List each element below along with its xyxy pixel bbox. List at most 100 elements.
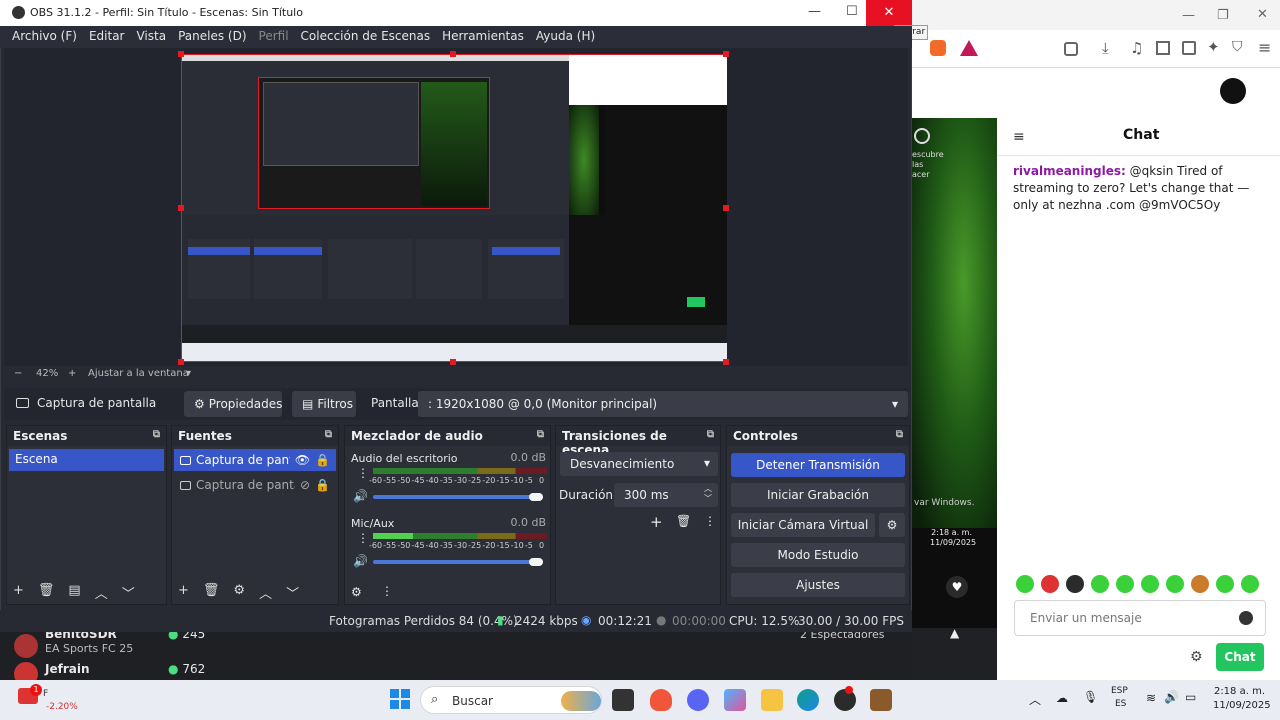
taskbar-time[interactable]: 2:18 a. m. bbox=[1213, 686, 1265, 697]
brave-shield-icon[interactable] bbox=[930, 40, 946, 56]
resize-handle[interactable] bbox=[450, 359, 456, 365]
filters-button[interactable]: ▤ Filtros bbox=[292, 391, 356, 417]
zoom-out-button[interactable]: − bbox=[14, 368, 22, 379]
move-down-icon[interactable]: ﹀ bbox=[286, 583, 299, 602]
menu-view[interactable]: Vista bbox=[130, 26, 172, 46]
resize-handle[interactable] bbox=[178, 51, 184, 57]
brave-icon[interactable] bbox=[650, 689, 672, 711]
timer-icon[interactable] bbox=[914, 128, 930, 144]
zoom-in-button[interactable]: + bbox=[68, 368, 76, 379]
resize-handle[interactable] bbox=[178, 205, 184, 211]
alert-icon[interactable]: ▲ bbox=[950, 626, 959, 640]
volume-slider[interactable] bbox=[373, 560, 543, 564]
emote-icon[interactable] bbox=[1091, 575, 1109, 593]
properties-button[interactable]: ⚙ Propiedades bbox=[184, 391, 282, 417]
menu-edit[interactable]: Editar bbox=[83, 26, 131, 46]
maximize-icon[interactable]: ❐ bbox=[1217, 8, 1229, 23]
menu-docks[interactable]: Paneles (D) bbox=[172, 26, 252, 46]
settings-button[interactable]: Ajustes bbox=[731, 573, 905, 597]
add-icon[interactable]: + bbox=[650, 513, 663, 531]
profile-avatar[interactable] bbox=[1220, 78, 1246, 104]
virtual-camera-button[interactable]: Iniciar Cámara Virtual bbox=[731, 513, 875, 537]
maximize-icon[interactable]: ☐ bbox=[846, 4, 858, 19]
eye-hidden-icon[interactable]: ⊘ bbox=[300, 478, 310, 492]
cloud-icon[interactable]: ☁ bbox=[1056, 691, 1068, 705]
emote-icon[interactable] bbox=[1041, 575, 1059, 593]
chevron-up-icon[interactable]: ︿ bbox=[1029, 691, 1041, 708]
move-down-icon[interactable]: ﹀ bbox=[122, 583, 135, 602]
resize-handle[interactable] bbox=[723, 205, 729, 211]
stepper-icon[interactable]: ︿ ﹀ bbox=[704, 484, 712, 504]
speaker-icon[interactable]: 🔊 bbox=[1164, 690, 1179, 704]
resize-handle[interactable] bbox=[723, 359, 729, 365]
menu-help[interactable]: Ayuda (H) bbox=[530, 26, 601, 46]
wallet-icon[interactable] bbox=[1182, 41, 1196, 55]
screenshot-icon[interactable] bbox=[1064, 42, 1078, 56]
emoji-icon[interactable] bbox=[1239, 611, 1253, 625]
taskbar-search[interactable]: ⌕ Buscar bbox=[420, 686, 602, 714]
undock-icon[interactable]: ⧉ bbox=[153, 429, 160, 443]
start-record-button[interactable]: Iniciar Grabación bbox=[731, 483, 905, 507]
source-item[interactable]: Captura de pantall ⊘🔒 bbox=[174, 474, 336, 496]
rewards-icon[interactable] bbox=[960, 40, 978, 56]
heart-icon[interactable]: ♥ bbox=[946, 576, 968, 598]
emote-icon[interactable] bbox=[1066, 575, 1084, 593]
transition-select[interactable]: Desvanecimiento ▾ bbox=[560, 452, 718, 476]
filter-icon[interactable]: ▤ bbox=[68, 583, 80, 602]
emote-icon[interactable] bbox=[1166, 575, 1184, 593]
menu-scene-collection[interactable]: Colección de Escenas bbox=[295, 26, 437, 46]
add-icon[interactable]: + bbox=[13, 583, 24, 602]
menu-tools[interactable]: Herramientas bbox=[436, 26, 530, 46]
download-icon[interactable]: ⤓ bbox=[1102, 39, 1109, 57]
speaker-icon[interactable]: 🔊 bbox=[353, 554, 368, 568]
emote-icon[interactable] bbox=[1216, 575, 1234, 593]
virtual-camera-settings-icon[interactable]: ⚙ bbox=[879, 513, 905, 537]
undock-icon[interactable]: ⧉ bbox=[537, 429, 544, 443]
menu-icon[interactable]: ≡ bbox=[1258, 38, 1271, 57]
lock-icon[interactable]: 🔒 bbox=[315, 453, 330, 467]
resize-handle[interactable] bbox=[450, 51, 456, 57]
kebab-menu-icon[interactable]: ⋮ bbox=[357, 531, 369, 545]
battery-icon[interactable]: ▭ bbox=[1185, 690, 1196, 704]
chat-input[interactable]: Enviar un mensaje bbox=[1014, 600, 1266, 636]
avatar[interactable] bbox=[14, 634, 38, 658]
emote-icon[interactable] bbox=[1141, 575, 1159, 593]
speaker-icon[interactable]: 🔊 bbox=[353, 489, 368, 503]
mixer-settings-icon[interactable]: ⚙ bbox=[351, 585, 362, 599]
chat-username[interactable]: rivalmeaningles: bbox=[1013, 164, 1126, 178]
menu-file[interactable]: Archivo (F) bbox=[6, 26, 83, 46]
display-select[interactable]: : 1920x1080 @ 0,0 (Monitor principal) ▾ bbox=[418, 391, 908, 417]
emote-icon[interactable] bbox=[1116, 575, 1134, 593]
stream-preview[interactable] bbox=[181, 54, 727, 362]
kebab-menu-icon[interactable]: ⋮ bbox=[357, 466, 369, 480]
menu-profile[interactable]: Perfil bbox=[253, 26, 295, 46]
duration-input[interactable]: 300 ms ︿ ﹀ bbox=[614, 483, 718, 507]
emote-icon[interactable] bbox=[1016, 575, 1034, 593]
vpn-shield-icon[interactable]: ⛉ bbox=[1232, 39, 1243, 55]
zoom-dropdown-icon[interactable]: ▾ bbox=[186, 368, 191, 379]
emote-icon[interactable] bbox=[1191, 575, 1209, 593]
volume-knob[interactable] bbox=[529, 493, 543, 501]
undock-icon[interactable]: ⧉ bbox=[896, 429, 903, 443]
microphone-icon[interactable]: 🎙 bbox=[1083, 690, 1098, 704]
lock-icon[interactable]: 🔒 bbox=[315, 478, 330, 492]
wifi-icon[interactable]: ≋ bbox=[1146, 691, 1156, 705]
emote-icon[interactable] bbox=[1241, 575, 1259, 593]
move-up-icon[interactable]: ︿ bbox=[95, 583, 108, 602]
stream-video[interactable]: escubre las acer var Windows. bbox=[912, 118, 998, 528]
chat-send-button[interactable]: Chat bbox=[1216, 643, 1264, 671]
taskbar-date[interactable]: 11/09/2025 bbox=[1213, 700, 1271, 711]
trash-icon[interactable]: 🗑 bbox=[203, 583, 220, 602]
chat-menu-icon[interactable]: ≡ bbox=[1013, 129, 1025, 145]
music-icon[interactable]: ♫ bbox=[1130, 39, 1143, 57]
sidebar-icon[interactable] bbox=[1156, 41, 1170, 55]
eye-icon[interactable]: 👁 bbox=[295, 453, 310, 467]
resize-handle[interactable] bbox=[178, 359, 184, 365]
kebab-menu-icon[interactable]: ⋮ bbox=[704, 514, 716, 528]
trash-icon[interactable]: 🗑 bbox=[38, 583, 55, 602]
discord-icon[interactable] bbox=[687, 689, 709, 711]
app-box-icon[interactable] bbox=[870, 689, 892, 711]
undock-icon[interactable]: ⧉ bbox=[325, 429, 332, 443]
file-explorer-icon[interactable] bbox=[761, 689, 783, 711]
ai-sparkle-icon[interactable]: ✦ bbox=[1207, 38, 1220, 56]
